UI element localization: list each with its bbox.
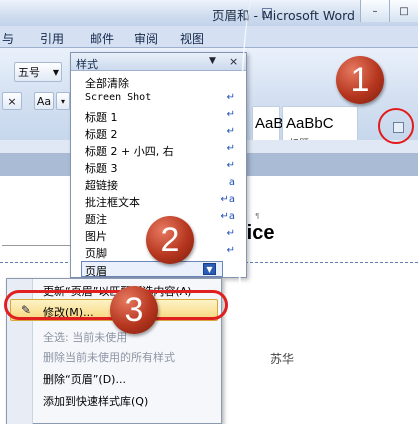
paragraph-mark-icon: ↵	[226, 160, 235, 171]
paragraph-mark-icon: ↵	[226, 126, 235, 137]
tab-view[interactable]: 视图	[180, 30, 204, 47]
tab-start[interactable]: 与	[2, 30, 14, 47]
callout-step-3: 3	[110, 286, 158, 334]
callout-step-1: 1	[336, 56, 384, 104]
clear-format-button[interactable]: ×	[2, 92, 22, 110]
text-line	[2, 245, 72, 246]
title-bar	[0, 0, 418, 26]
decorative-swoosh	[238, 0, 268, 424]
callout-step-2: 2	[146, 216, 194, 264]
document-author: 苏华	[270, 352, 295, 366]
tab-mailings[interactable]: 邮件	[90, 30, 114, 47]
menu-item-add-to-quick-styles[interactable]: 添加到快速样式库(Q)	[43, 393, 148, 409]
menu-item-delete-style[interactable]: 删除“页眉”(D)...	[43, 371, 126, 387]
window-controls: – □	[360, 0, 418, 22]
style-item-heading-2-variant[interactable]: 标题 2 + 小四, 右 ↵	[85, 143, 235, 158]
tab-references[interactable]: 引用	[40, 30, 64, 47]
paragraph-mark-icon: ↵	[226, 143, 235, 154]
styles-pane-header: 样式 ▼ ×	[71, 53, 246, 71]
chevron-down-icon[interactable]: ▼	[203, 263, 216, 275]
style-item-heading-3[interactable]: 标题 3 ↵	[85, 160, 235, 175]
window-title: 页眉和 - Microsoft Word	[212, 8, 355, 23]
character-style-icon: a	[228, 177, 235, 188]
style-item-hyperlink[interactable]: 超链接 a	[85, 177, 235, 192]
highlight-ring-launcher	[378, 108, 414, 144]
chevron-down-icon: ▼	[52, 67, 59, 77]
paragraph-mark-icon: ↵	[226, 228, 235, 239]
menu-item-remove-unused[interactable]: 删除当前未使用的所有样式	[43, 349, 175, 365]
linked-style-icon: ↵a	[220, 211, 235, 222]
style-item-heading-2[interactable]: 标题 2 ↵	[85, 126, 235, 141]
style-item-clear-all[interactable]: 全部清除	[85, 75, 235, 90]
chevron-down-icon[interactable]: ▼	[209, 56, 216, 66]
styles-pane-title: 样式	[76, 58, 98, 71]
grow-font-button[interactable]: Aa	[34, 92, 54, 110]
style-item-screen-shot[interactable]: Screen Shot ↵	[85, 92, 235, 107]
tab-review[interactable]: 审阅	[134, 30, 158, 47]
close-icon[interactable]: ×	[229, 55, 238, 68]
paragraph-mark-icon: ↵	[226, 92, 235, 103]
style-item-header[interactable]: 页眉 ▼	[81, 261, 223, 278]
style-item-heading-1[interactable]: 标题 1 ↵	[85, 109, 235, 124]
linked-style-icon: ↵a	[220, 194, 235, 205]
maximize-icon[interactable]: □	[389, 0, 418, 22]
chevron-down-icon[interactable]: ▾	[56, 92, 70, 110]
paragraph-mark-icon: ↵	[226, 109, 235, 120]
ribbon-tabs: 与 引用 邮件 审阅 视图	[0, 26, 418, 48]
paragraph-mark-icon: ↵	[226, 245, 235, 256]
minimize-icon[interactable]: –	[360, 0, 389, 22]
font-size-select[interactable]: 五号 ▼	[14, 62, 62, 82]
style-item-balloon-text[interactable]: 批注框文本 ↵a	[85, 194, 235, 209]
menu-item-select-all[interactable]: 全选: 当前未使用	[43, 329, 127, 345]
